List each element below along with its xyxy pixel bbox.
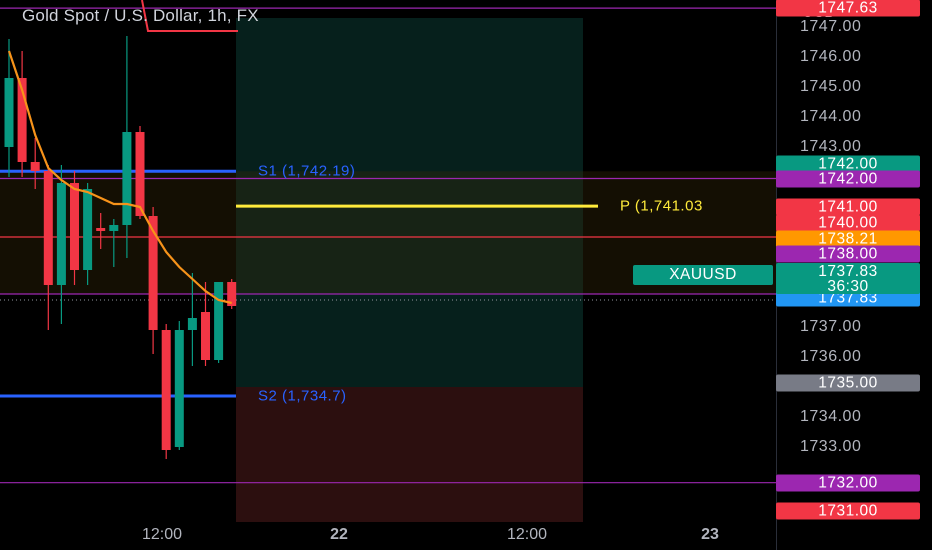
candle-body-14: [187, 318, 197, 330]
price-tag: 1738.00: [776, 245, 920, 263]
price-tick: 1743.00: [800, 138, 862, 155]
price-tag: 1735.00: [776, 374, 920, 392]
chart-title: Gold Spot / U.S. Dollar, 1h, FX: [22, 6, 259, 25]
candle-body-9: [122, 132, 132, 225]
chart-stage[interactable]: Gold Spot / U.S. Dollar, 1h, FX USD 1747…: [0, 0, 932, 550]
candle-body-12: [161, 330, 171, 450]
symbol-tag-text: XAUUSD: [669, 265, 737, 283]
price-tick: 1736.00: [800, 348, 862, 365]
level-label-p: P (1,741.03: [620, 197, 703, 215]
loss-zone: [236, 387, 583, 522]
price-tick: 1734.00: [800, 408, 862, 425]
price-tick: 1747.00: [800, 18, 862, 35]
last-price-tag: 1737.83 36:30: [776, 262, 920, 295]
price-tick: 1746.00: [800, 48, 862, 65]
candle-body-7: [96, 228, 106, 231]
candle-body-2: [30, 162, 40, 171]
bar-countdown: 36:30: [827, 277, 869, 295]
candle-body-11: [148, 216, 158, 330]
candle-body-15: [201, 312, 210, 360]
price-tag: 1742.00: [776, 170, 920, 187]
time-tick: 23: [701, 526, 719, 543]
candle-body-3: [43, 171, 53, 285]
price-tag: 1740.00: [776, 214, 920, 232]
price-tick: 1733.00: [800, 438, 862, 455]
candle-body-16: [214, 282, 224, 360]
level-label-s2: S2 (1,734.7): [258, 387, 347, 405]
candle-body-10: [135, 132, 145, 216]
price-tag: 1731.00: [776, 502, 920, 520]
price-tag: 1741.00: [776, 198, 920, 216]
price-tick: 1745.00: [800, 78, 862, 95]
candle-body-13: [174, 330, 184, 447]
level-label-s1: S1 (1,742.19): [258, 162, 356, 180]
candle-body-6: [83, 189, 93, 270]
symbol-tag: XAUUSD: [633, 264, 773, 285]
time-tick: 12:00: [141, 526, 183, 543]
candle-body-0: [4, 78, 14, 147]
time-tick: 22: [330, 526, 348, 543]
candle-body-5: [70, 183, 79, 270]
price-tick: 1737.00: [800, 318, 862, 335]
time-tick: 12:00: [506, 526, 548, 543]
price-tag: 1747.63: [776, 0, 920, 17]
last-price-value: 1737.83: [818, 262, 878, 280]
candle-body-4: [56, 183, 66, 285]
price-tag: 1732.00: [776, 474, 920, 492]
candle-body-8: [109, 225, 119, 231]
price-tick: 1744.00: [800, 108, 862, 125]
